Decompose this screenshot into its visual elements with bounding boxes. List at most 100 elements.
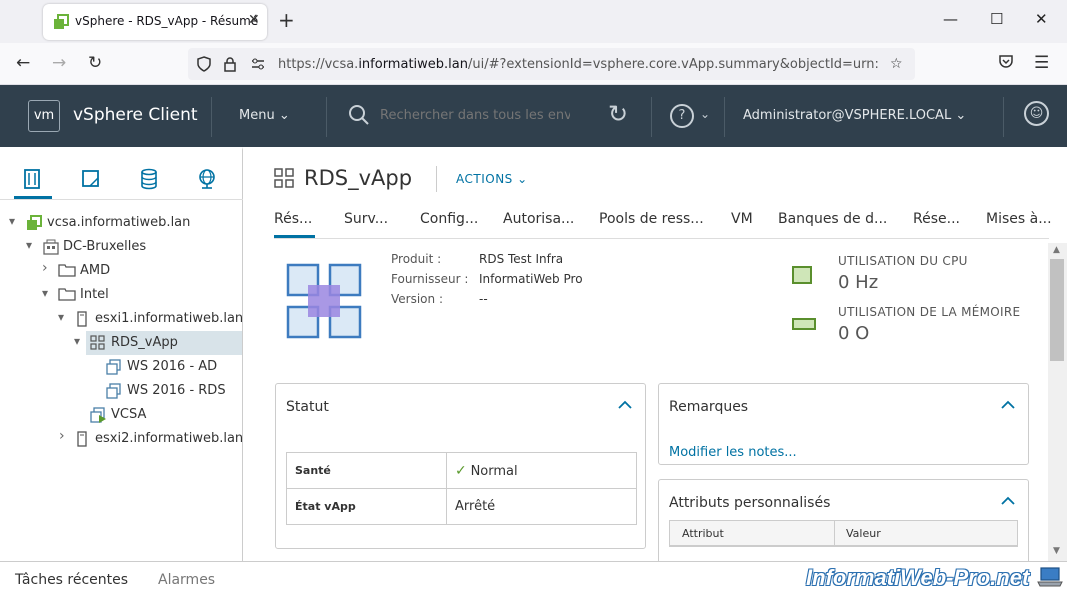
star-icon[interactable]: ☆	[890, 56, 903, 72]
version-value: --	[479, 292, 488, 306]
permissions-icon[interactable]	[250, 56, 266, 76]
table-row: État vApp Arrêté	[286, 488, 637, 525]
expand-arrow-icon[interactable]: ▾	[9, 214, 15, 228]
tab-vms[interactable]: VM	[731, 211, 753, 227]
pocket-icon[interactable]	[998, 53, 1014, 73]
hamburger-menu-icon[interactable]: ☰	[1034, 53, 1049, 73]
back-arrow-icon[interactable]: ←	[16, 53, 30, 73]
tree-item-label: WS 2016 - RDS	[127, 383, 226, 398]
reload-icon[interactable]: ↻	[88, 53, 102, 73]
tab-close-icon[interactable]: ✕	[248, 12, 260, 28]
chevron-up-icon[interactable]	[618, 398, 632, 414]
tree-item-label: Intel	[80, 287, 109, 302]
tree-item-host-esxi1[interactable]: ▾ esxi1.informatiweb.lan	[0, 307, 243, 331]
scroll-thumb[interactable]	[1050, 259, 1064, 361]
feedback-smiley-icon[interactable]: ☺	[1024, 101, 1049, 126]
host-icon	[76, 431, 88, 451]
expand-arrow-icon[interactable]: ▾	[74, 334, 80, 348]
cpu-usage-value: 0 Hz	[838, 272, 879, 293]
new-tab-button[interactable]: +	[278, 8, 295, 32]
product-value: RDS Test Infra	[479, 252, 564, 266]
custom-attributes-table: Attribut Valeur	[669, 520, 1018, 547]
health-label: Santé	[286, 452, 447, 489]
networking-icon[interactable]	[197, 168, 217, 195]
inventory-navigator: ▾ vcsa.informatiweb.lan ▾ DC-Bruxelles ›…	[0, 147, 243, 561]
vapp-large-icon	[286, 263, 362, 339]
tree-item-vcenter[interactable]: ▾ vcsa.informatiweb.lan	[0, 211, 242, 235]
alarms-tab[interactable]: Alarmes	[158, 572, 215, 588]
tab-permissions[interactable]: Autorisa...	[503, 211, 574, 227]
tab-datastores[interactable]: Banques de d...	[778, 211, 887, 227]
tab-networks[interactable]: Rése...	[913, 211, 960, 227]
tree-item-vm-ad[interactable]: WS 2016 - AD	[0, 355, 242, 379]
url-text: https://vcsa.informatiweb.lan/ui/#?exten…	[278, 57, 878, 72]
tree-item-vm-vcsa[interactable]: VCSA	[0, 403, 242, 427]
column-header-attribute[interactable]: Attribut	[682, 527, 724, 540]
address-bar[interactable]: https://vcsa.informatiweb.lan/ui/#?exten…	[188, 48, 915, 80]
content-tabs: Rés... Surv... Config... Autorisa... Poo…	[274, 211, 1052, 239]
tab-resource-pools[interactable]: Pools de ress...	[599, 211, 704, 227]
notes-card-title: Remarques	[669, 399, 749, 415]
datacenter-icon	[43, 239, 59, 259]
tree-item-folder-amd[interactable]: › AMD	[0, 259, 242, 283]
edit-notes-link[interactable]: Modifier les notes...	[669, 445, 797, 460]
expand-arrow-icon[interactable]: ▾	[58, 310, 64, 324]
expand-arrow-icon[interactable]: ▾	[26, 238, 32, 252]
vm-icon	[106, 383, 122, 403]
browser-tab-title: vSphere - RDS_vApp - Résumé	[75, 14, 259, 28]
tab-updates[interactable]: Mises à...	[986, 211, 1052, 227]
recent-tasks-tab[interactable]: Tâches récentes	[15, 572, 128, 588]
tree-item-label: VCSA	[111, 407, 147, 422]
column-header-value[interactable]: Valeur	[846, 527, 881, 540]
tree-item-folder-intel[interactable]: ▾ Intel	[0, 283, 242, 307]
status-card-title: Statut	[286, 399, 329, 415]
lock-icon[interactable]	[222, 56, 238, 76]
tree-item-datacenter[interactable]: ▾ DC-Bruxelles	[0, 235, 242, 259]
shield-icon[interactable]	[196, 56, 212, 76]
help-icon[interactable]: ?	[670, 104, 694, 128]
version-label: Version :	[391, 292, 443, 306]
browser-nav-bar: ← → ↻ https://vcsa.informatiweb.lan/ui/#…	[0, 43, 1067, 85]
cpu-icon	[792, 266, 812, 284]
browser-tab[interactable]: vSphere - RDS_vApp - Résumé ✕	[43, 4, 267, 40]
tree-item-label: vcsa.informatiweb.lan	[47, 215, 191, 230]
close-window-button[interactable]: ✕	[1035, 10, 1048, 28]
chevron-down-icon[interactable]: ⌄	[700, 107, 710, 121]
vms-templates-icon[interactable]	[80, 168, 100, 195]
forward-arrow-icon[interactable]: →	[52, 53, 66, 73]
laptop-logo-icon	[1037, 567, 1063, 587]
storage-icon[interactable]	[139, 168, 159, 195]
tab-monitor[interactable]: Surv...	[344, 211, 388, 227]
minimize-button[interactable]: —	[943, 10, 958, 28]
tree-item-vm-rds[interactable]: WS 2016 - RDS	[0, 379, 242, 403]
tree-item-host-esxi2[interactable]: › esxi2.informatiweb.lan	[0, 427, 243, 451]
custom-attributes-card: Attributs personnalisés Attribut Valeur	[658, 479, 1029, 569]
hosts-clusters-icon[interactable]	[22, 168, 42, 195]
menu-button[interactable]: Menu ⌄	[239, 108, 290, 123]
maximize-button[interactable]: ☐	[990, 10, 1003, 28]
app-title: vSphere Client	[73, 105, 198, 125]
cpu-usage-label: UTILISATION DU CPU	[838, 254, 968, 268]
expand-arrow-icon[interactable]: ›	[42, 260, 48, 276]
folder-icon	[58, 263, 76, 281]
chevron-down-icon: ⌄	[517, 172, 528, 186]
check-icon: ✓	[455, 462, 467, 479]
active-tab-indicator	[14, 196, 52, 199]
tab-configure[interactable]: Config...	[420, 211, 478, 227]
chevron-up-icon[interactable]	[1001, 398, 1015, 414]
page-title: RDS_vApp	[304, 166, 413, 190]
user-menu[interactable]: Administrator@VSPHERE.LOCAL ⌄	[743, 108, 966, 123]
global-search-input[interactable]	[380, 108, 570, 123]
scroll-up-arrow-icon[interactable]: ▲	[1053, 245, 1060, 255]
chevron-up-icon[interactable]	[1001, 494, 1015, 510]
search-icon[interactable]	[348, 104, 370, 131]
tree-item-vapp-selected[interactable]: RDS_vApp	[86, 331, 242, 355]
actions-menu-button[interactable]: ACTIONS ⌄	[456, 172, 528, 186]
refresh-icon[interactable]: ↻	[608, 100, 628, 128]
expand-arrow-icon[interactable]: ▾	[42, 286, 48, 300]
navigator-tabs	[0, 150, 243, 200]
content-scrollbar[interactable]: ▲ ▼	[1048, 243, 1067, 561]
expand-arrow-icon[interactable]: ›	[59, 428, 65, 444]
tab-summary[interactable]: Rés...	[274, 211, 312, 227]
scroll-down-arrow-icon[interactable]: ▼	[1053, 546, 1060, 556]
